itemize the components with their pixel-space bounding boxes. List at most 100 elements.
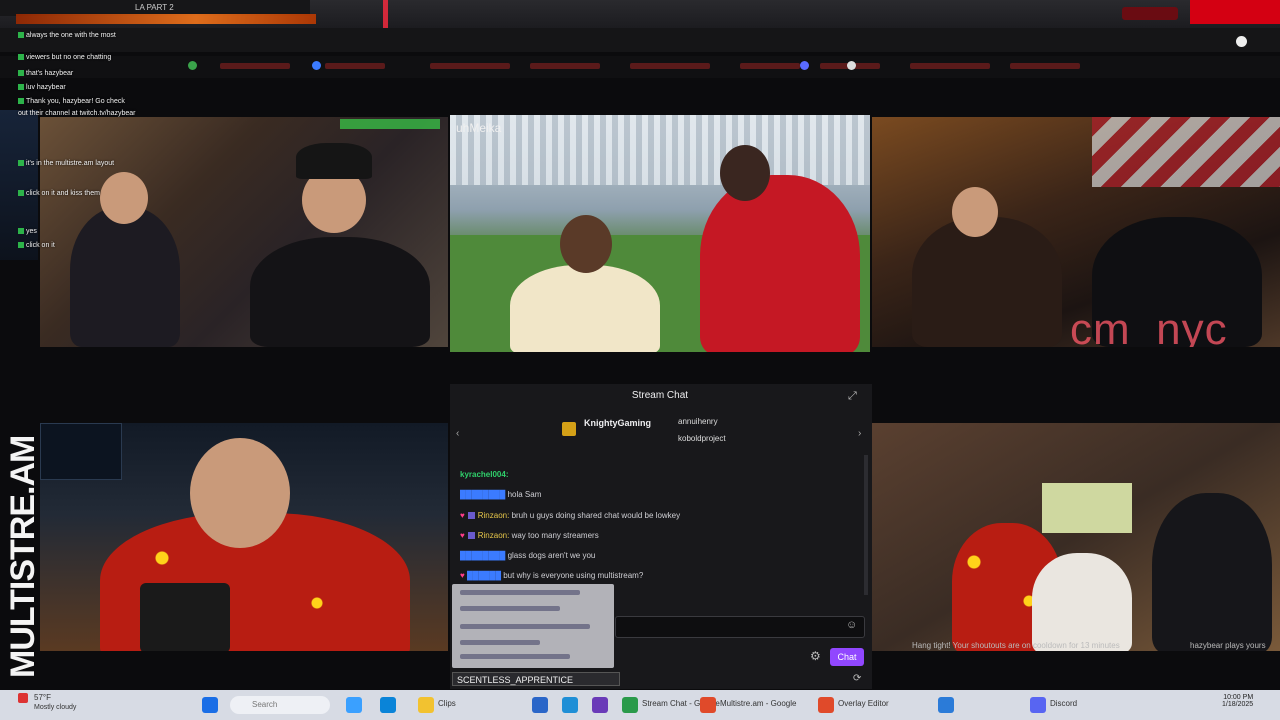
person-head (952, 187, 998, 237)
chat-message: ♥ Rinzaon: way too many streamers (460, 531, 599, 540)
file-explorer-icon[interactable] (418, 697, 434, 713)
person (1032, 553, 1132, 651)
app-icon[interactable] (938, 697, 954, 713)
close-window-button[interactable] (1190, 0, 1280, 24)
bookmark-item[interactable] (530, 63, 600, 69)
person-head (560, 215, 612, 273)
bookmark-item[interactable] (430, 63, 510, 69)
chrome-icon[interactable] (700, 697, 716, 713)
app-icon[interactable] (562, 697, 578, 713)
app-icon[interactable] (532, 697, 548, 713)
person (912, 217, 1062, 347)
chat-message: ████████ hola Sam (460, 490, 542, 499)
chat-message: kyrachel004: (460, 470, 509, 479)
featured-user[interactable]: annuihenry (678, 417, 718, 426)
person (510, 265, 660, 352)
crown-icon (562, 422, 576, 436)
app-icon[interactable] (622, 697, 638, 713)
canopy (450, 115, 870, 185)
profile-avatar[interactable] (1236, 36, 1247, 47)
taskbar (0, 690, 1280, 720)
app-icon[interactable] (592, 697, 608, 713)
chat-scrollbar[interactable] (864, 455, 868, 595)
streamer-name-overlay: cm_nyc (1070, 305, 1228, 347)
tile-tag: hazybear plays yours (1190, 641, 1266, 650)
taskbar-item[interactable]: Discord (1050, 699, 1077, 708)
mini-chat-overlay (40, 423, 122, 480)
stream-tile-bottom-left[interactable] (40, 423, 448, 651)
chat-message: ♥ Rinzaon: bruh u guys doing shared chat … (460, 511, 681, 520)
phone (140, 583, 230, 651)
chat-line: it's in the multistre.am layout (18, 160, 114, 167)
chat-message: ████████ glass dogs aren't we you (460, 551, 596, 560)
overlay-chat: always the one with the most viewers but… (18, 30, 213, 260)
stream-tile-bottom-right[interactable]: Hang tight! Your shoutouts are on cooldo… (872, 423, 1280, 651)
taskbar-item[interactable]: Clips (438, 699, 456, 708)
red-marker (383, 0, 388, 28)
chevron-right-icon[interactable]: › (858, 428, 861, 439)
bookmark-item[interactable] (630, 63, 710, 69)
search-placeholder: Search (252, 700, 278, 709)
chat-line: that's hazybear (18, 70, 73, 77)
featured-user[interactable]: KnightyGaming (584, 418, 651, 428)
bookmark-item[interactable] (910, 63, 990, 69)
bookmark-item[interactable] (220, 63, 290, 69)
browser-tab-title: LA PART 2 (135, 3, 174, 12)
progress-bar (16, 14, 316, 24)
person (1152, 493, 1272, 651)
gear-icon[interactable]: ⚙ (810, 649, 821, 663)
emote-icon[interactable]: ☺ (846, 619, 857, 631)
taskbar-search[interactable] (230, 696, 330, 714)
chat-message: ♥ ██████ but why is everyone using multi… (460, 571, 644, 580)
popout-icon[interactable]: ⤢ (848, 390, 857, 403)
taskbar-item[interactable]: Multistre.am - Google (720, 699, 796, 708)
chat-line: yes (18, 228, 37, 235)
person (250, 237, 430, 347)
bookmark-icon[interactable] (312, 61, 321, 70)
chrome-icon[interactable] (818, 697, 834, 713)
window-preview-popup[interactable] (452, 584, 614, 668)
chat-header: Stream Chat (631, 390, 689, 401)
person-head (190, 438, 290, 548)
window-label[interactable]: SCENTLESS_APPRENTICE (452, 672, 620, 686)
weather-icon[interactable] (18, 693, 28, 703)
chat-line: viewers but no one chatting (18, 54, 111, 61)
chat-line: out their channel at twitch.tv/hazybear (18, 110, 136, 117)
chat-send-button[interactable]: Chat (830, 648, 864, 666)
record-button[interactable] (1122, 7, 1178, 20)
bookmark-icon[interactable] (800, 61, 809, 70)
shoutout-caption: Hang tight! Your shoutouts are on cooldo… (912, 641, 1120, 650)
sign (1042, 483, 1132, 533)
discord-icon[interactable] (1030, 697, 1046, 713)
weather-condition: Mostly cloudy (34, 704, 77, 711)
person (700, 175, 860, 352)
chat-line: always the one with the most (18, 32, 116, 39)
clock-time: 10:00 PM (1223, 694, 1254, 701)
clock-date: 1/18/2025 (1222, 701, 1254, 708)
bookmark-item[interactable] (740, 63, 800, 69)
bookmark-item[interactable] (325, 63, 385, 69)
awning (1092, 117, 1280, 187)
weather-temp[interactable]: 57°F (34, 693, 51, 702)
windows-start-icon[interactable] (202, 697, 218, 713)
green-bar (340, 119, 440, 129)
cap (296, 143, 372, 179)
chat-input[interactable] (615, 616, 865, 638)
person-head (720, 145, 770, 201)
chat-line: luv hazybear (18, 84, 66, 91)
bookmark-icon[interactable] (847, 61, 856, 70)
task-view-icon[interactable] (346, 697, 362, 713)
taskbar-item[interactable]: Overlay Editor (838, 699, 889, 708)
edge-icon[interactable] (380, 697, 396, 713)
refresh-icon[interactable]: ⟳ (853, 673, 861, 684)
taskbar-clock[interactable]: 10:00 PM 1/18/2025 (1222, 694, 1253, 708)
chat-line: click on it and kiss them (18, 190, 100, 197)
featured-user[interactable]: koboldproject (678, 434, 726, 443)
multistream-logo: MULTISTRE.AM (4, 435, 42, 678)
stream-tile-top-center[interactable]: uhMeika (450, 115, 870, 352)
streamer-label: uhMeika (456, 121, 502, 135)
chevron-left-icon[interactable]: ‹ (456, 428, 459, 439)
chat-line: Thank you, hazybear! Go check (18, 98, 125, 105)
stream-tile-top-right[interactable]: cm_nyc (872, 117, 1280, 347)
bookmark-item[interactable] (1010, 63, 1080, 69)
